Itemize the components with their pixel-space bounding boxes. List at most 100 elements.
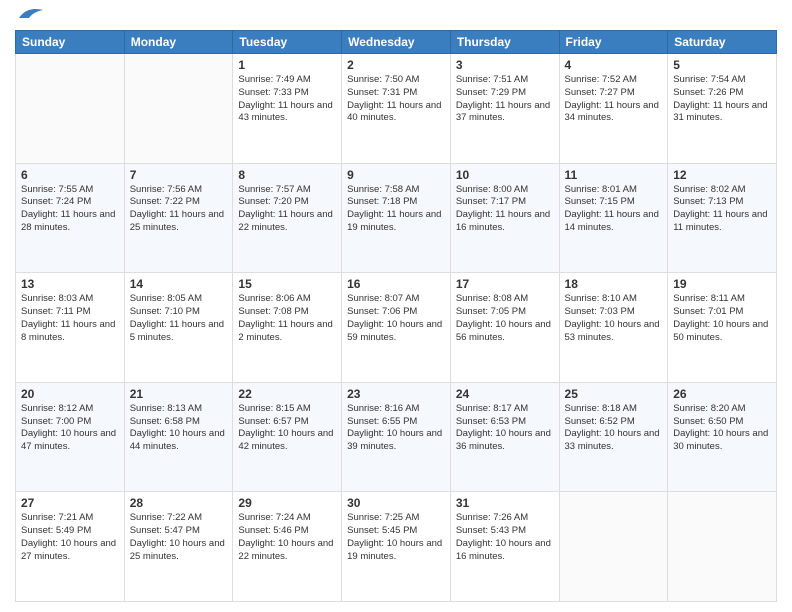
cell-content: Sunrise: 8:17 AM Sunset: 6:53 PM Dayligh… bbox=[456, 403, 554, 454]
calendar-cell: 4 Sunrise: 7:52 AM Sunset: 7:27 PM Daylig… bbox=[559, 54, 668, 164]
cell-content: Sunrise: 7:24 AM Sunset: 5:46 PM Dayligh… bbox=[238, 512, 336, 563]
cell-content: Sunrise: 7:52 AM Sunset: 7:27 PM Dayligh… bbox=[565, 74, 663, 125]
cell-content: Sunrise: 8:06 AM Sunset: 7:08 PM Dayligh… bbox=[238, 293, 336, 344]
day-number: 9 bbox=[347, 168, 445, 182]
calendar-cell: 12Sunrise: 8:02 AM Sunset: 7:13 PM Dayli… bbox=[668, 163, 777, 273]
day-number: 13 bbox=[21, 277, 119, 291]
calendar-cell: 10Sunrise: 8:00 AM Sunset: 7:17 PM Dayli… bbox=[450, 163, 559, 273]
calendar-cell: 16 Sunrise: 8:07 AM Sunset: 7:06 PM Dayli… bbox=[342, 273, 451, 383]
day-number: 24 bbox=[456, 387, 554, 401]
day-number: 5 bbox=[673, 58, 771, 72]
day-number: 31 bbox=[456, 496, 554, 510]
day-number: 27 bbox=[21, 496, 119, 510]
calendar-cell: 20Sunrise: 8:12 AM Sunset: 7:00 PM Dayli… bbox=[16, 382, 125, 492]
calendar-cell: 15 Sunrise: 8:06 AM Sunset: 7:08 PM Dayli… bbox=[233, 273, 342, 383]
calendar-header-row: SundayMondayTuesdayWednesdayThursdayFrid… bbox=[16, 31, 777, 54]
cell-content: Sunrise: 8:07 AM Sunset: 7:06 PM Dayligh… bbox=[347, 293, 445, 344]
cell-content: Sunrise: 7:22 AM Sunset: 5:47 PM Dayligh… bbox=[130, 512, 228, 563]
day-number: 30 bbox=[347, 496, 445, 510]
cell-content: Sunrise: 7:50 AM Sunset: 7:31 PM Dayligh… bbox=[347, 74, 445, 125]
calendar-cell: 1Sunrise: 7:49 AM Sunset: 7:33 PM Daylig… bbox=[233, 54, 342, 164]
day-number: 14 bbox=[130, 277, 228, 291]
cell-content: Sunrise: 7:26 AM Sunset: 5:43 PM Dayligh… bbox=[456, 512, 554, 563]
calendar-cell bbox=[16, 54, 125, 164]
weekday-header: Tuesday bbox=[233, 31, 342, 54]
day-number: 6 bbox=[21, 168, 119, 182]
day-number: 25 bbox=[565, 387, 663, 401]
calendar-cell: 18Sunrise: 8:10 AM Sunset: 7:03 PM Dayli… bbox=[559, 273, 668, 383]
day-number: 22 bbox=[238, 387, 336, 401]
day-number: 21 bbox=[130, 387, 228, 401]
calendar-cell: 2 Sunrise: 7:50 AM Sunset: 7:31 PM Daylig… bbox=[342, 54, 451, 164]
calendar-week-row: 6 Sunrise: 7:55 AM Sunset: 7:24 PM Daylig… bbox=[16, 163, 777, 273]
cell-content: Sunrise: 8:05 AM Sunset: 7:10 PM Dayligh… bbox=[130, 293, 228, 344]
cell-content: Sunrise: 8:03 AM Sunset: 7:11 PM Dayligh… bbox=[21, 293, 119, 344]
cell-content: Sunrise: 7:58 AM Sunset: 7:18 PM Dayligh… bbox=[347, 184, 445, 235]
calendar-cell: 28Sunrise: 7:22 AM Sunset: 5:47 PM Dayli… bbox=[124, 492, 233, 602]
calendar-cell: 3 Sunrise: 7:51 AM Sunset: 7:29 PM Daylig… bbox=[450, 54, 559, 164]
day-number: 23 bbox=[347, 387, 445, 401]
cell-content: Sunrise: 8:10 AM Sunset: 7:03 PM Dayligh… bbox=[565, 293, 663, 344]
cell-content: Sunrise: 7:57 AM Sunset: 7:20 PM Dayligh… bbox=[238, 184, 336, 235]
cell-content: Sunrise: 7:25 AM Sunset: 5:45 PM Dayligh… bbox=[347, 512, 445, 563]
day-number: 20 bbox=[21, 387, 119, 401]
day-number: 16 bbox=[347, 277, 445, 291]
day-number: 17 bbox=[456, 277, 554, 291]
cell-content: Sunrise: 8:11 AM Sunset: 7:01 PM Dayligh… bbox=[673, 293, 771, 344]
day-number: 29 bbox=[238, 496, 336, 510]
calendar-cell: 7 Sunrise: 7:56 AM Sunset: 7:22 PM Daylig… bbox=[124, 163, 233, 273]
day-number: 10 bbox=[456, 168, 554, 182]
weekday-header: Thursday bbox=[450, 31, 559, 54]
cell-content: Sunrise: 7:21 AM Sunset: 5:49 PM Dayligh… bbox=[21, 512, 119, 563]
calendar-cell: 13 Sunrise: 8:03 AM Sunset: 7:11 PM Dayli… bbox=[16, 273, 125, 383]
weekday-header: Sunday bbox=[16, 31, 125, 54]
day-number: 26 bbox=[673, 387, 771, 401]
calendar-cell: 23 Sunrise: 8:16 AM Sunset: 6:55 PM Dayli… bbox=[342, 382, 451, 492]
weekday-header: Monday bbox=[124, 31, 233, 54]
calendar-cell: 31 Sunrise: 7:26 AM Sunset: 5:43 PM Dayli… bbox=[450, 492, 559, 602]
day-number: 19 bbox=[673, 277, 771, 291]
day-number: 7 bbox=[130, 168, 228, 182]
calendar-cell bbox=[559, 492, 668, 602]
calendar-week-row: 27 Sunrise: 7:21 AM Sunset: 5:49 PM Dayli… bbox=[16, 492, 777, 602]
day-number: 2 bbox=[347, 58, 445, 72]
calendar-cell: 11Sunrise: 8:01 AM Sunset: 7:15 PM Dayli… bbox=[559, 163, 668, 273]
day-number: 4 bbox=[565, 58, 663, 72]
calendar-table: SundayMondayTuesdayWednesdayThursdayFrid… bbox=[15, 30, 777, 602]
calendar-cell: 21 Sunrise: 8:13 AM Sunset: 6:58 PM Dayli… bbox=[124, 382, 233, 492]
calendar-week-row: 1Sunrise: 7:49 AM Sunset: 7:33 PM Daylig… bbox=[16, 54, 777, 164]
cell-content: Sunrise: 8:02 AM Sunset: 7:13 PM Dayligh… bbox=[673, 184, 771, 235]
calendar-cell: 24 Sunrise: 8:17 AM Sunset: 6:53 PM Dayli… bbox=[450, 382, 559, 492]
calendar-cell: 19 Sunrise: 8:11 AM Sunset: 7:01 PM Dayli… bbox=[668, 273, 777, 383]
calendar-cell: 6 Sunrise: 7:55 AM Sunset: 7:24 PM Daylig… bbox=[16, 163, 125, 273]
day-number: 15 bbox=[238, 277, 336, 291]
page: SundayMondayTuesdayWednesdayThursdayFrid… bbox=[0, 0, 792, 612]
calendar-body: 1Sunrise: 7:49 AM Sunset: 7:33 PM Daylig… bbox=[16, 54, 777, 602]
calendar-week-row: 13 Sunrise: 8:03 AM Sunset: 7:11 PM Dayli… bbox=[16, 273, 777, 383]
cell-content: Sunrise: 7:51 AM Sunset: 7:29 PM Dayligh… bbox=[456, 74, 554, 125]
cell-content: Sunrise: 8:13 AM Sunset: 6:58 PM Dayligh… bbox=[130, 403, 228, 454]
weekday-header: Friday bbox=[559, 31, 668, 54]
cell-content: Sunrise: 8:01 AM Sunset: 7:15 PM Dayligh… bbox=[565, 184, 663, 235]
day-number: 3 bbox=[456, 58, 554, 72]
cell-content: Sunrise: 7:55 AM Sunset: 7:24 PM Dayligh… bbox=[21, 184, 119, 235]
cell-content: Sunrise: 8:16 AM Sunset: 6:55 PM Dayligh… bbox=[347, 403, 445, 454]
cell-content: Sunrise: 8:15 AM Sunset: 6:57 PM Dayligh… bbox=[238, 403, 336, 454]
cell-content: Sunrise: 7:54 AM Sunset: 7:26 PM Dayligh… bbox=[673, 74, 771, 125]
calendar-cell bbox=[124, 54, 233, 164]
calendar-cell: 9 Sunrise: 7:58 AM Sunset: 7:18 PM Daylig… bbox=[342, 163, 451, 273]
calendar-cell: 17Sunrise: 8:08 AM Sunset: 7:05 PM Dayli… bbox=[450, 273, 559, 383]
calendar-week-row: 20Sunrise: 8:12 AM Sunset: 7:00 PM Dayli… bbox=[16, 382, 777, 492]
calendar-cell bbox=[668, 492, 777, 602]
logo-wing-icon bbox=[17, 4, 45, 22]
header bbox=[15, 10, 777, 22]
calendar-cell: 14 Sunrise: 8:05 AM Sunset: 7:10 PM Dayli… bbox=[124, 273, 233, 383]
weekday-header: Wednesday bbox=[342, 31, 451, 54]
logo bbox=[15, 14, 45, 22]
weekday-header: Saturday bbox=[668, 31, 777, 54]
calendar-cell: 8Sunrise: 7:57 AM Sunset: 7:20 PM Daylig… bbox=[233, 163, 342, 273]
cell-content: Sunrise: 7:56 AM Sunset: 7:22 PM Dayligh… bbox=[130, 184, 228, 235]
cell-content: Sunrise: 8:20 AM Sunset: 6:50 PM Dayligh… bbox=[673, 403, 771, 454]
calendar-cell: 30 Sunrise: 7:25 AM Sunset: 5:45 PM Dayli… bbox=[342, 492, 451, 602]
cell-content: Sunrise: 7:49 AM Sunset: 7:33 PM Dayligh… bbox=[238, 74, 336, 125]
